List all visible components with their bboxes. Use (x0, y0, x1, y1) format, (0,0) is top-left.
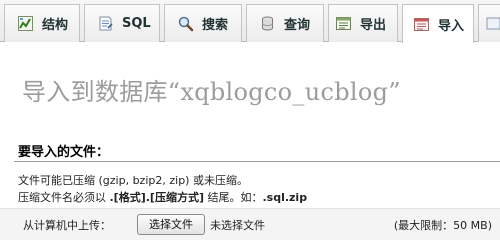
tab-import[interactable]: 导入 (402, 4, 474, 43)
tab-import-label: 导入 (438, 18, 465, 34)
format-pattern: .[格式].[压缩方式] (109, 191, 204, 204)
tab-query[interactable]: 查询 (246, 4, 324, 42)
page-title: 导入到数据库“xqblogco_ucblog” (22, 78, 401, 106)
search-icon (177, 15, 194, 32)
more-icon (485, 15, 500, 32)
section-title: 要导入的文件： (18, 145, 110, 160)
tab-export[interactable]: 导出 (328, 4, 398, 42)
tab-bar: 结构 SQL 搜索 查询 导出 导入 (0, 0, 500, 43)
format-prefix: 压缩文件名必须以 (18, 191, 110, 204)
import-icon (413, 16, 430, 33)
tab-query-label: 查询 (284, 18, 311, 33)
tab-structure[interactable]: 结构 (4, 4, 80, 42)
tab-sql-label: SQL (122, 16, 151, 31)
section-divider (14, 161, 500, 162)
tab-sql[interactable]: SQL (84, 4, 160, 42)
no-file-text: 未选择文件 (210, 219, 265, 232)
structure-icon (17, 15, 34, 32)
tab-more[interactable] (478, 4, 500, 42)
format-example: .sql.zip (262, 191, 308, 204)
choose-file-button[interactable]: 选择文件 (137, 214, 205, 235)
tab-search-label: 搜索 (202, 18, 229, 33)
compression-note: 文件可能已压缩 (gzip, bzip2, zip) 或未压缩。 (18, 174, 248, 187)
query-icon (259, 15, 276, 32)
tab-search[interactable]: 搜索 (164, 4, 242, 42)
tab-structure-label: 结构 (42, 18, 69, 33)
tab-export-label: 导出 (360, 18, 387, 33)
upload-row: 从计算机中上传： 选择文件 未选择文件 (最大限制：50 MB) (0, 208, 500, 240)
format-middle: 结尾。如： (203, 191, 263, 204)
sql-icon (97, 15, 114, 32)
export-icon (335, 15, 352, 32)
format-note: 压缩文件名必须以 .[格式].[压缩方式] 结尾。如：.sql.zip (18, 189, 307, 205)
upload-label: 从计算机中上传： (23, 219, 111, 232)
max-size-limit: (最大限制：50 MB) (393, 219, 492, 232)
